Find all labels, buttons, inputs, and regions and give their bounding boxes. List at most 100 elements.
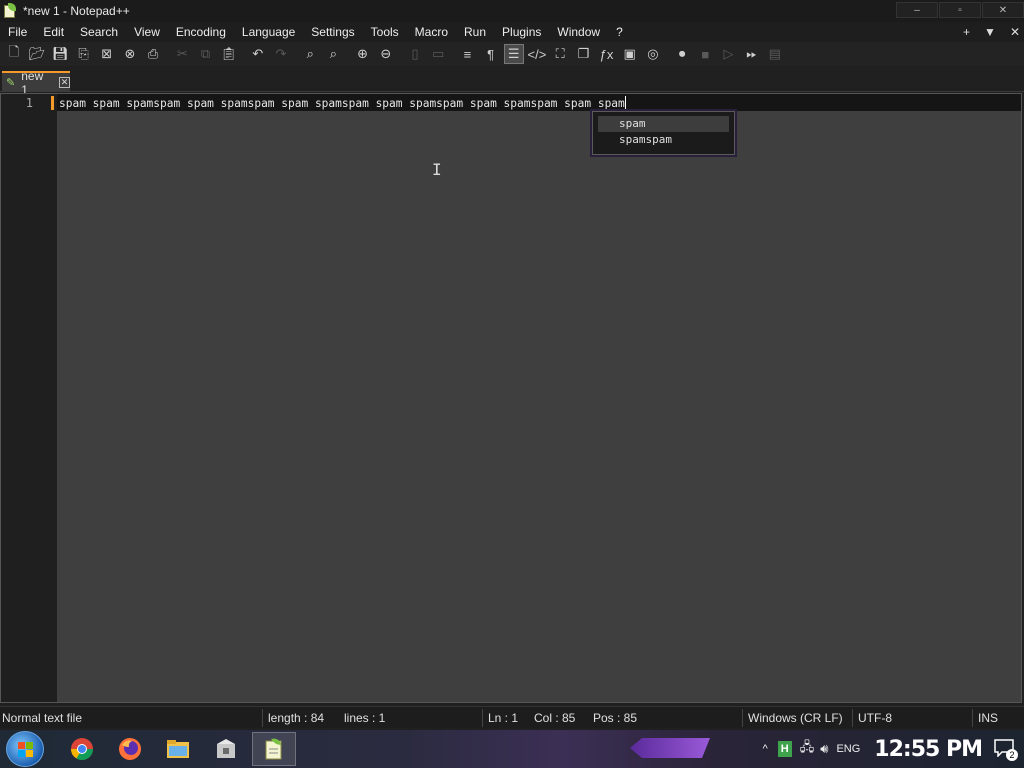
- network-icon[interactable]: 🖧︎: [800, 738, 815, 760]
- document-list-icon[interactable]: ❐: [573, 44, 593, 64]
- paste-icon[interactable]: 📋︎: [219, 44, 239, 64]
- show-hidden-icons-button[interactable]: ^: [763, 743, 768, 755]
- menu-settings[interactable]: Settings: [303, 22, 362, 42]
- menu-tools[interactable]: Tools: [363, 22, 407, 42]
- open-file-icon[interactable]: 📂︎: [27, 44, 47, 64]
- tab-list-dropdown-button[interactable]: ▼: [984, 25, 996, 39]
- status-length: length : 84: [268, 711, 325, 725]
- minimize-button[interactable]: –: [896, 2, 938, 18]
- close-document-button[interactable]: ✕: [1010, 25, 1020, 39]
- xml-tag-icon[interactable]: </>: [527, 44, 547, 64]
- autocomplete-item[interactable]: spam: [598, 116, 729, 132]
- cut-icon[interactable]: ✂: [172, 44, 192, 64]
- taskbar: ^ H 🖧︎ 🔊︎ ENG 12:55 PM 2: [0, 730, 1024, 768]
- close-window-button[interactable]: ✕: [982, 2, 1024, 18]
- menu-window[interactable]: Window: [549, 22, 608, 42]
- windows-logo-icon: [18, 742, 34, 758]
- menu-plugins[interactable]: Plugins: [494, 22, 549, 42]
- function-list-icon[interactable]: ƒx: [597, 44, 617, 64]
- editor-area[interactable]: 1 spam spam spamspam spam spamspam spam …: [0, 93, 1022, 703]
- new-file-icon[interactable]: 🗋: [4, 44, 24, 64]
- save-macro-icon[interactable]: ▤: [765, 44, 785, 64]
- maximize-button[interactable]: ▫: [939, 2, 981, 18]
- menu-encoding[interactable]: Encoding: [168, 22, 234, 42]
- undo-icon[interactable]: ↶: [248, 44, 268, 64]
- toolbar: 🗋 📂︎ 💾︎ ⎘ ⊠ ⊗ ⎙ ✂ ⧉ 📋︎ ↶ ↷ ⌕ ⌕ ⊕ ⊖ ▯ ▭ ≡…: [0, 42, 1024, 66]
- volume-icon[interactable]: 🔊︎: [820, 741, 828, 757]
- language-indicator[interactable]: ENG: [836, 743, 860, 755]
- folder-workspace-icon[interactable]: ▣: [620, 44, 640, 64]
- monitoring-icon[interactable]: ◎: [643, 44, 663, 64]
- menu-language[interactable]: Language: [234, 22, 303, 42]
- chrome-icon[interactable]: [60, 732, 104, 766]
- autocomplete-popup: spam spamspam: [592, 111, 735, 155]
- code-line-1[interactable]: spam spam spamspam spam spamspam spam sp…: [59, 96, 626, 110]
- document-map-icon[interactable]: ⛶: [550, 44, 570, 64]
- indent-guide-icon[interactable]: ☰: [503, 44, 524, 64]
- tab-bar: ✎ new 1 ✕: [0, 69, 1024, 97]
- status-pos: Pos : 85: [593, 711, 638, 725]
- save-icon[interactable]: 💾︎: [50, 44, 70, 64]
- notepad-plus-plus-window: *new 1 - Notepad++ – ▫ ✕ File Edit Searc…: [0, 0, 1024, 730]
- system-tray: ^ H 🖧︎ 🔊︎ ENG 12:55 PM 2: [763, 730, 1024, 768]
- tab-close-icon[interactable]: ✕: [59, 77, 70, 88]
- notepad-plus-plus-icon[interactable]: [252, 732, 296, 766]
- zoom-in-icon[interactable]: ⊕: [353, 44, 373, 64]
- status-lines: lines : 1: [344, 711, 386, 725]
- change-marker: [51, 96, 54, 110]
- replace-icon[interactable]: ⌕: [323, 44, 343, 64]
- firefox-icon[interactable]: [108, 732, 152, 766]
- find-icon[interactable]: ⌕: [300, 44, 320, 64]
- notification-count-badge: 2: [1006, 749, 1018, 761]
- title-bar[interactable]: *new 1 - Notepad++ – ▫ ✕: [0, 0, 1024, 22]
- notepad-plus-plus-logo-icon: [3, 3, 17, 19]
- menu-bar: File Edit Search View Encoding Language …: [0, 22, 1024, 42]
- menu-search[interactable]: Search: [72, 22, 126, 42]
- status-encoding[interactable]: UTF-8: [858, 711, 892, 725]
- show-all-chars-icon[interactable]: ¶: [481, 44, 501, 64]
- hotkey-app-icon[interactable]: H: [777, 741, 792, 757]
- run-macro-multiple-icon[interactable]: ⏩︎: [742, 44, 762, 64]
- app-installer-icon[interactable]: [204, 732, 248, 766]
- modified-pencil-icon: ✎: [6, 77, 16, 89]
- status-col: Col : 85: [534, 711, 576, 725]
- line-number-gutter: 1: [1, 94, 57, 702]
- play-macro-icon[interactable]: ▷: [718, 44, 738, 64]
- line-number: 1: [25, 96, 33, 110]
- close-icon[interactable]: ⊠: [97, 44, 117, 64]
- clock[interactable]: 12:55 PM: [874, 737, 983, 762]
- menu-view[interactable]: View: [126, 22, 168, 42]
- line-text: spam spam spamspam spam spamspam spam sp…: [59, 97, 625, 110]
- zoom-out-icon[interactable]: ⊖: [376, 44, 396, 64]
- sync-horizontal-icon[interactable]: ▭: [428, 44, 448, 64]
- menu-file[interactable]: File: [0, 22, 35, 42]
- status-file-type: Normal text file: [2, 711, 83, 725]
- status-eol[interactable]: Windows (CR LF): [748, 711, 843, 725]
- action-center-icon[interactable]: 2: [994, 739, 1018, 761]
- status-insert-mode[interactable]: INS: [978, 711, 998, 725]
- print-icon[interactable]: ⎙: [143, 44, 163, 64]
- close-all-icon[interactable]: ⊗: [120, 44, 140, 64]
- ibeam-cursor-icon: I: [432, 160, 442, 179]
- file-explorer-icon[interactable]: [156, 732, 200, 766]
- sync-vertical-icon[interactable]: ▯: [405, 44, 425, 64]
- save-all-icon[interactable]: ⎘: [74, 44, 94, 64]
- text-cursor: [624, 96, 626, 109]
- menu-edit[interactable]: Edit: [35, 22, 72, 42]
- menu-macro[interactable]: Macro: [407, 22, 456, 42]
- copy-icon[interactable]: ⧉: [196, 44, 216, 64]
- menu-run[interactable]: Run: [456, 22, 494, 42]
- tab-new-1[interactable]: ✎ new 1 ✕: [2, 69, 70, 97]
- record-macro-icon[interactable]: ⏺: [672, 44, 692, 64]
- start-button[interactable]: [6, 731, 44, 767]
- redo-icon[interactable]: ↷: [271, 44, 291, 64]
- add-tab-button[interactable]: +: [963, 25, 970, 39]
- status-bar: Normal text file length : 84 lines : 1 L…: [0, 706, 1024, 728]
- word-wrap-icon[interactable]: ≡: [457, 44, 477, 64]
- taskbar-decoration: [630, 738, 710, 758]
- window-title: *new 1 - Notepad++: [23, 4, 130, 18]
- status-ln: Ln : 1: [488, 711, 519, 725]
- stop-macro-icon[interactable]: ■: [695, 44, 715, 64]
- menu-help[interactable]: ?: [608, 22, 631, 42]
- autocomplete-item[interactable]: spamspam: [598, 132, 729, 148]
